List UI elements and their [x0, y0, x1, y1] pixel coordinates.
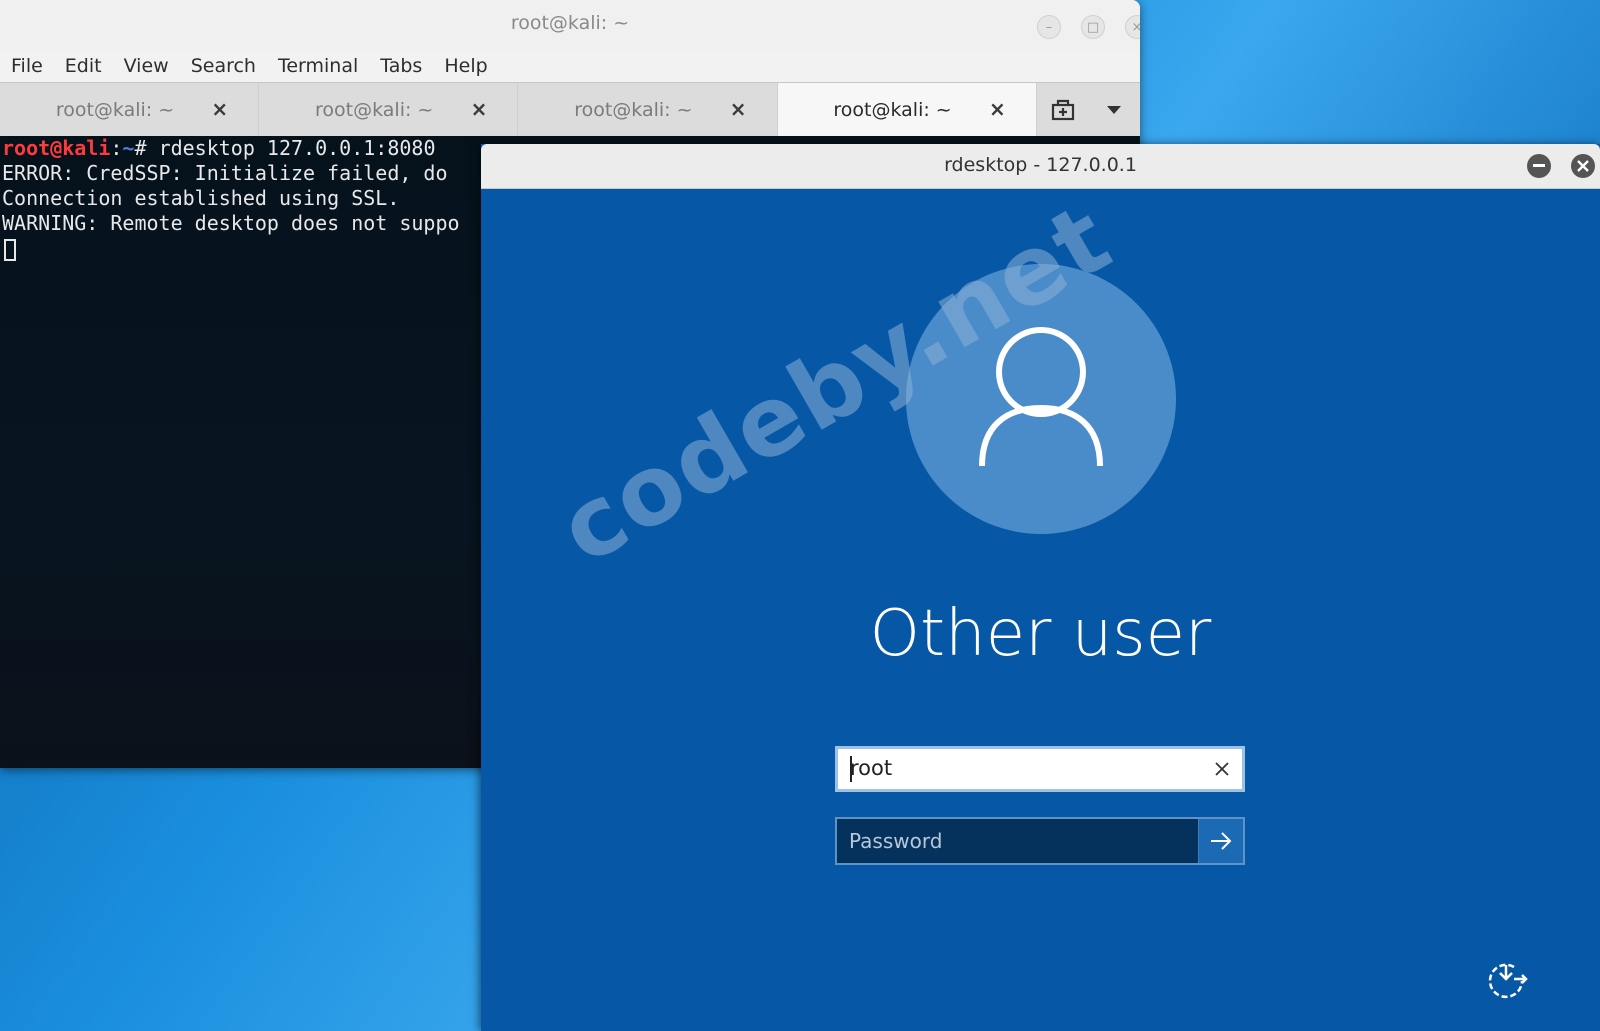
menu-terminal[interactable]: Terminal: [278, 55, 358, 77]
prompt-path: ~: [122, 136, 135, 160]
terminal-title: root@kali: ~: [510, 12, 630, 34]
terminal-tab-3[interactable]: root@kali: ~ ×: [518, 83, 778, 137]
tab-menu-chevron-down-icon[interactable]: [1088, 83, 1140, 137]
chevron-down-icon: [1107, 106, 1122, 114]
terminal-tab-2[interactable]: root@kali: ~ ×: [259, 83, 519, 137]
login-user-name: Other user: [869, 597, 1212, 671]
close-x: [1577, 160, 1589, 172]
minimize-dash: [1533, 164, 1545, 167]
close-icon[interactable]: [1571, 154, 1595, 178]
clear-x: [1215, 761, 1229, 776]
menu-tabs[interactable]: Tabs: [380, 55, 422, 77]
menu-search[interactable]: Search: [191, 55, 256, 77]
username-text: root: [850, 756, 893, 780]
maximize-icon[interactable]: □: [1081, 15, 1105, 39]
username-field[interactable]: root: [835, 746, 1245, 792]
terminal-command: rdesktop 127.0.0.1:8080: [158, 136, 436, 160]
terminal-titlebar[interactable]: root@kali: ~ – □ ×: [0, 0, 1140, 50]
submit-arrow-button[interactable]: [1198, 819, 1243, 863]
ease-of-access-svg: [1488, 963, 1528, 999]
tab-bar: root@kali: ~ × root@kali: ~ × root@kali:…: [0, 82, 1140, 137]
terminal-tab-1[interactable]: root@kali: ~ ×: [0, 83, 260, 137]
rdesktop-title: rdesktop - 127.0.0.1: [944, 154, 1137, 176]
prompt-separator: :: [110, 136, 123, 160]
tab-close-icon[interactable]: ×: [211, 97, 228, 121]
login-screen: codeby.net Other user root: [481, 182, 1600, 1031]
minimize-icon[interactable]: –: [1037, 15, 1061, 39]
menu-view[interactable]: View: [124, 55, 169, 77]
rdesktop-window: rdesktop - 127.0.0.1 codeby.net Other us…: [481, 144, 1600, 1031]
username-value[interactable]: root: [838, 756, 1202, 782]
clear-icon[interactable]: [1202, 757, 1242, 782]
menu-help[interactable]: Help: [444, 55, 487, 77]
tab-close-icon[interactable]: ×: [989, 97, 1006, 121]
prompt-symbol: #: [134, 136, 159, 160]
ease-of-access-icon[interactable]: [1484, 959, 1528, 1003]
tab-close-icon[interactable]: ×: [730, 97, 747, 121]
close-icon[interactable]: ×: [1125, 15, 1140, 39]
new-tab-icon-svg: [1051, 99, 1074, 121]
new-tab-icon[interactable]: [1037, 83, 1089, 137]
menu-edit[interactable]: Edit: [65, 55, 102, 77]
minimize-icon[interactable]: [1527, 154, 1551, 178]
password-field-wrapper: [835, 817, 1245, 865]
menu-file[interactable]: File: [11, 55, 43, 77]
password-input[interactable]: [837, 819, 1198, 863]
prompt-user: root@kali: [2, 136, 111, 160]
rdesktop-titlebar[interactable]: rdesktop - 127.0.0.1: [481, 144, 1600, 189]
terminal-tab-4[interactable]: root@kali: ~ ×: [777, 83, 1037, 137]
tab-close-icon[interactable]: ×: [471, 97, 488, 121]
terminal-cursor: [4, 238, 16, 261]
arrow-right-icon: [1211, 832, 1232, 850]
menubar: File Edit View Search Terminal Tabs Help: [0, 50, 1140, 82]
